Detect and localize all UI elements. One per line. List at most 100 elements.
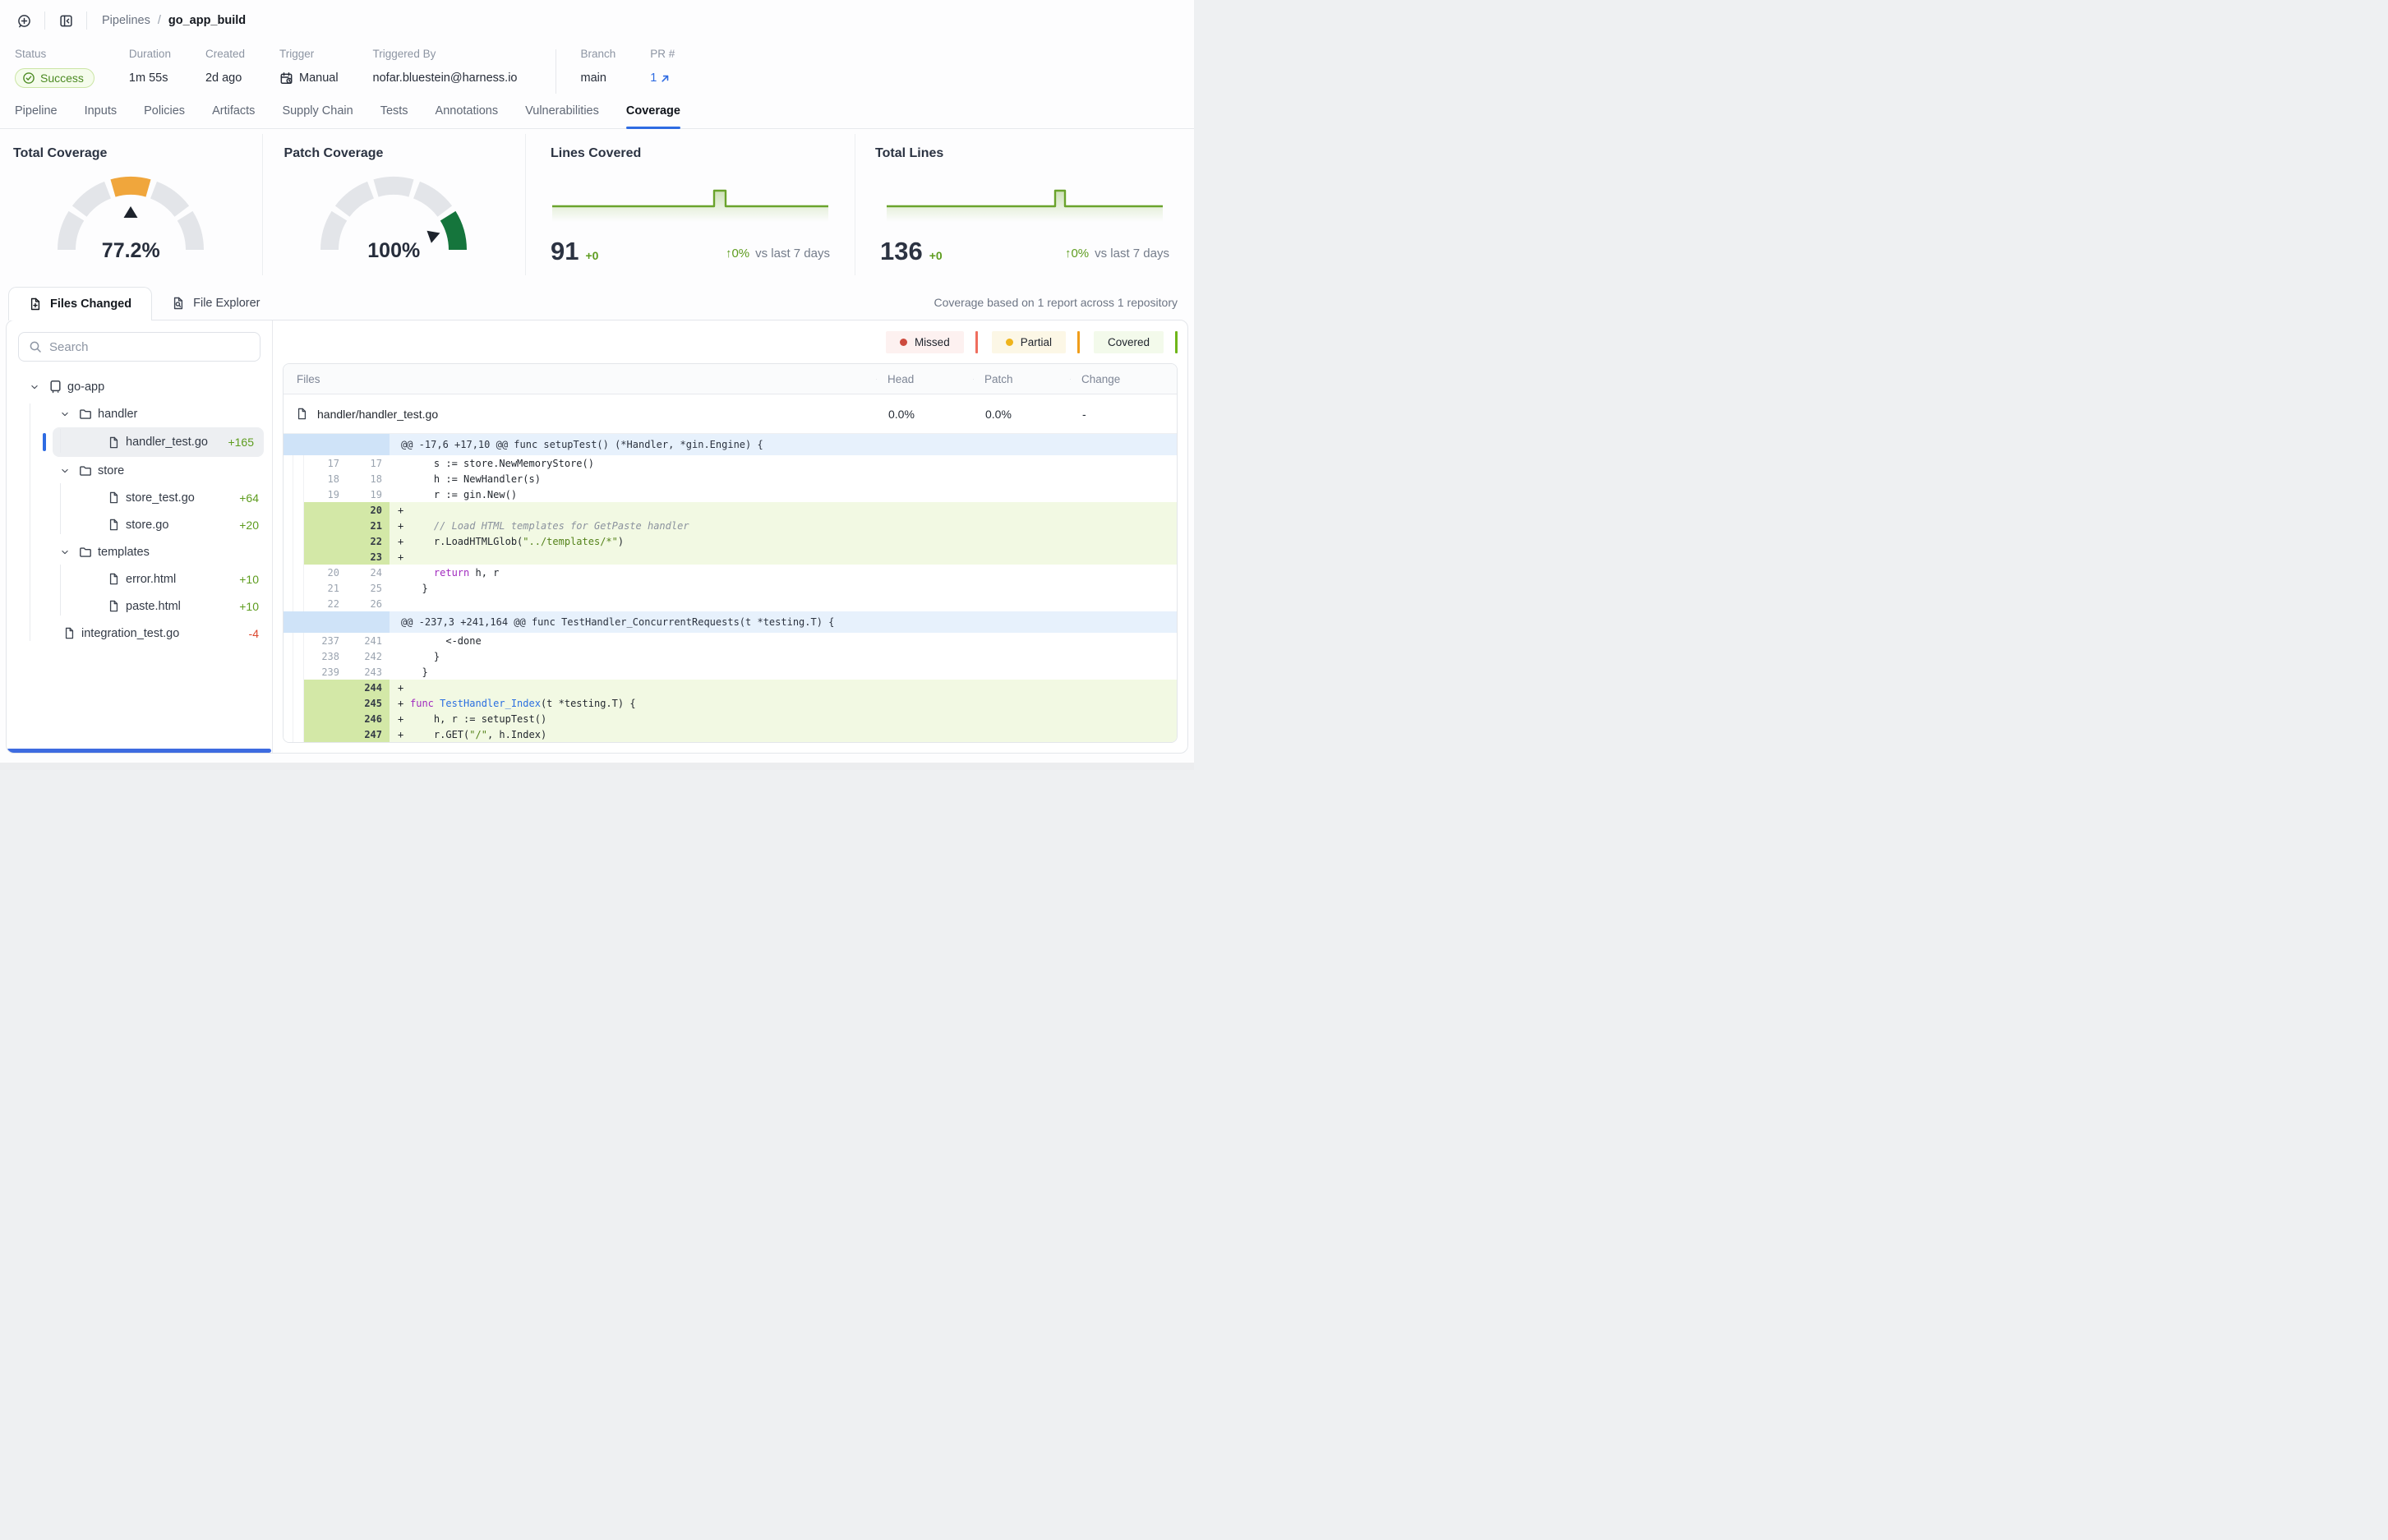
- diff-gutter: [284, 455, 293, 471]
- tab-annotations[interactable]: Annotations: [436, 104, 499, 128]
- legend-chip-partial[interactable]: Partial: [992, 331, 1066, 353]
- trend-caption: vs last 7 days: [1095, 247, 1169, 261]
- legend-bar: [1077, 331, 1080, 353]
- legend-chip-covered[interactable]: Covered: [1094, 331, 1164, 353]
- tree-item-go-app[interactable]: go-app: [7, 373, 272, 400]
- old-line-number: 19: [304, 486, 347, 502]
- status-field-label: Triggered By: [373, 48, 518, 60]
- diff-line: 239243 }: [284, 664, 1177, 680]
- old-line-number: 21: [304, 580, 347, 596]
- diff-sign: +: [398, 729, 410, 740]
- legend-dot: [1006, 339, 1013, 346]
- breadcrumb-separator: /: [158, 14, 161, 27]
- collapse-sidebar-button[interactable]: [53, 8, 78, 33]
- chevron-down-icon[interactable]: [55, 409, 75, 419]
- column-header-files: Files: [284, 373, 876, 385]
- diff-line: 238242 }: [284, 648, 1177, 664]
- diff-gutter: [293, 664, 304, 680]
- create-new-button[interactable]: [12, 8, 36, 33]
- tree-item-label: templates: [98, 546, 150, 559]
- search-box: [18, 332, 260, 362]
- horizontal-scrollbar-thumb[interactable]: [7, 749, 271, 753]
- diff-gutter: [284, 518, 293, 533]
- tab-coverage[interactable]: Coverage: [626, 104, 680, 128]
- diff-line: 2226: [284, 596, 1177, 611]
- pr-link[interactable]: 1: [650, 67, 675, 89]
- tree-item-store[interactable]: store: [7, 457, 272, 484]
- file-row[interactable]: handler/handler_test.go0.0%0.0%-: [284, 394, 1177, 434]
- lines-covered-delta: +0: [585, 249, 598, 264]
- tab-artifacts[interactable]: Artifacts: [212, 104, 255, 128]
- tree-item-error-html[interactable]: error.html+10: [7, 565, 272, 592]
- code-token: h := NewHandler(s): [410, 473, 541, 485]
- chevron-down-icon[interactable]: [55, 466, 75, 476]
- diff-hunk-header: @@ -237,3 +241,164 @@ func TestHandler_C…: [284, 611, 1177, 633]
- tab-policies[interactable]: Policies: [144, 104, 185, 128]
- coverage-report-caption: Coverage based on 1 report across 1 repo…: [934, 296, 1178, 320]
- new-line-number: 24: [347, 565, 390, 580]
- diff-line: 237241 <-done: [284, 633, 1177, 648]
- status-field-text: 2d ago: [205, 71, 242, 85]
- old-line-number: 237: [304, 633, 347, 648]
- legend-label: Partial: [1021, 336, 1052, 348]
- file-icon: [58, 627, 80, 639]
- diff-gutter: [293, 471, 304, 486]
- code-cell: + h, r := setupTest(): [390, 711, 1177, 726]
- panel-tab-files-changed[interactable]: Files Changed: [8, 287, 152, 320]
- diff-gutter: [293, 648, 304, 664]
- diff-gutter: [293, 726, 304, 742]
- code-token: s := store.NewMemoryStore(): [410, 458, 594, 469]
- lines-covered-card: Lines Covered 91 +0 ↑0%vs last 7 days: [526, 134, 855, 275]
- schedule-icon: [279, 71, 293, 85]
- tree-item-store-test-go[interactable]: store_test.go+64: [7, 484, 272, 511]
- new-line-number: 245: [304, 695, 390, 711]
- tree-item-templates[interactable]: templates: [7, 538, 272, 565]
- code-cell: h := NewHandler(s): [390, 471, 1177, 486]
- tree-item-paste-html[interactable]: paste.html+10: [7, 592, 272, 620]
- new-line-number: 243: [347, 664, 390, 680]
- change-count: +64: [239, 491, 272, 505]
- new-line-number: 244: [304, 680, 390, 695]
- legend-chip-missed[interactable]: Missed: [886, 331, 964, 353]
- pr-field: PR # 1: [650, 48, 675, 89]
- tree-item-store-go[interactable]: store.go+20: [7, 511, 272, 538]
- diff-sign: +: [398, 551, 410, 563]
- change-count: -4: [249, 627, 272, 640]
- diff-line: 20+: [284, 502, 1177, 518]
- diff-line: 245+func TestHandler_Index(t *testing.T)…: [284, 695, 1177, 711]
- breadcrumb-pipelines[interactable]: Pipelines: [102, 14, 150, 27]
- file-icon: [296, 408, 308, 420]
- search-input[interactable]: [49, 340, 250, 354]
- tab-supply-chain[interactable]: Supply Chain: [282, 104, 353, 128]
- code-cell: }: [390, 580, 1177, 596]
- execution-status-bar: StatusSuccessDuration1m 55sCreated2d ago…: [0, 41, 1194, 94]
- tree-item-integration-test-go[interactable]: integration_test.go-4: [7, 620, 272, 647]
- diff-gutter: [293, 633, 304, 648]
- total-lines-stats: 136 +0 ↑0%vs last 7 days: [855, 238, 1194, 264]
- folder-icon: [75, 546, 96, 559]
- chevron-down-icon[interactable]: [55, 547, 75, 557]
- diff-gutter: [293, 486, 304, 502]
- code-cell: + r.GET("/", h.Index): [390, 726, 1177, 742]
- tree-item-handler[interactable]: handler: [7, 400, 272, 427]
- diff-gutter: [293, 680, 304, 695]
- diff-gutter: [284, 711, 293, 726]
- panel-tab-file-explorer[interactable]: File Explorer: [152, 287, 279, 320]
- tab-tests[interactable]: Tests: [380, 104, 408, 128]
- legend-label: Covered: [1108, 336, 1150, 348]
- diff-gutter: [284, 648, 293, 664]
- diff-line: 247+ r.GET("/", h.Index): [284, 726, 1177, 742]
- files-changed-panel: go-apphandlerhandler_test.go+165storesto…: [6, 320, 1188, 754]
- tab-vulnerabilities[interactable]: Vulnerabilities: [525, 104, 599, 128]
- chevron-down-icon[interactable]: [25, 382, 44, 392]
- panel-tab-label: File Explorer: [193, 297, 260, 310]
- diff-gutter: [293, 549, 304, 565]
- code-token: "/": [469, 729, 487, 740]
- status-badge: Success: [15, 68, 95, 88]
- tab-pipeline[interactable]: Pipeline: [15, 104, 58, 128]
- code-token: }: [410, 583, 428, 594]
- divider: [44, 12, 45, 30]
- tree-item-handler-test-go[interactable]: handler_test.go+165: [53, 427, 264, 457]
- tab-inputs[interactable]: Inputs: [85, 104, 118, 128]
- new-line-number: 21: [304, 518, 390, 533]
